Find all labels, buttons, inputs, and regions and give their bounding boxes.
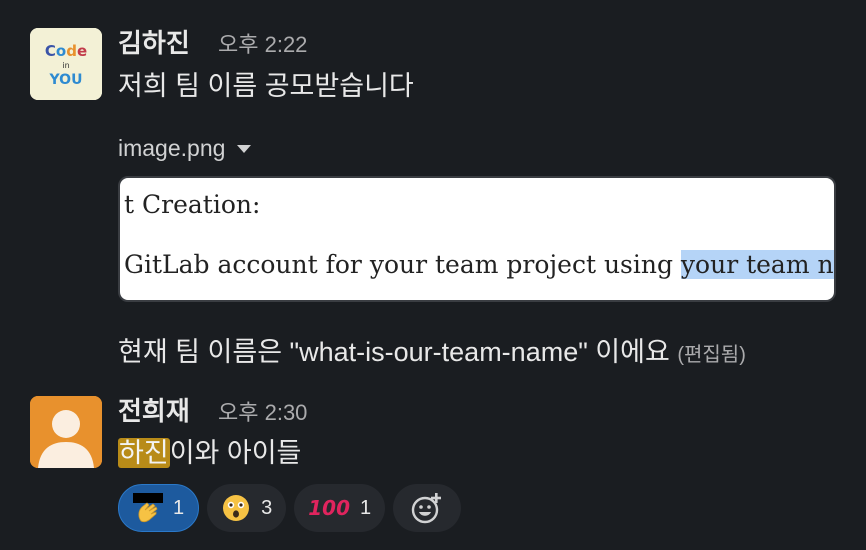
reactions-bar: 1 3 100 1 <box>118 484 462 532</box>
edited-label: (편집됨) <box>677 344 746 366</box>
preview-line-1: t Creation: <box>124 190 261 219</box>
preview-line-2: GitLab account for your team project usi… <box>124 250 834 279</box>
reaction-count: 1 <box>173 496 185 519</box>
message-text-rest: 이와 아이들 <box>169 438 302 468</box>
preview-line-2-text: GitLab account for your team project usi… <box>124 250 681 279</box>
svg-text:in: in <box>62 61 69 70</box>
astonished-face-icon <box>223 495 250 521</box>
avatar-kimhajin[interactable]: Code in YOU <box>30 28 102 100</box>
default-user-icon <box>30 396 102 468</box>
hundred-points-icon: 100 <box>308 496 350 520</box>
code-in-you-logo: Code in YOU <box>30 28 102 100</box>
reaction-clap[interactable]: 1 <box>118 484 200 532</box>
clapping-hand-icon <box>133 493 163 523</box>
attachment-header[interactable]: image.png <box>118 132 252 164</box>
reaction-count: 3 <box>261 496 273 519</box>
avatar-jeonheejae[interactable] <box>30 396 102 468</box>
chevron-down-icon[interactable] <box>237 145 252 153</box>
author-name[interactable]: 전희재 <box>118 395 190 427</box>
mention-highlight[interactable]: 하진 <box>118 438 170 468</box>
followup-text: 현재 팀 이름은 "what-is-our-team-name" 이에요 (편집… <box>118 335 746 372</box>
svg-text:YOU: YOU <box>49 72 83 88</box>
preview-highlighted-text: your team n <box>680 250 834 279</box>
add-emoji-icon <box>411 493 442 524</box>
followup-message: 현재 팀 이름은 "what-is-our-team-name" 이에요 <box>118 337 670 367</box>
message-text: 저희 팀 이름 공모받습니다 <box>118 71 414 101</box>
timestamp[interactable]: 오후 2:30 <box>218 397 307 429</box>
image-preview[interactable]: t Creation: GitLab account for your team… <box>118 176 836 302</box>
reaction-astonished[interactable]: 3 <box>207 484 287 532</box>
message-text: 하진이와 아이들 <box>118 436 301 470</box>
timestamp[interactable]: 오후 2:22 <box>218 29 307 61</box>
add-reaction-button[interactable] <box>393 484 462 532</box>
author-name[interactable]: 김하진 <box>118 27 190 59</box>
reaction-hundred[interactable]: 100 1 <box>294 484 386 532</box>
attachment-filename[interactable]: image.png <box>118 132 225 164</box>
svg-text:Code: Code <box>45 42 87 60</box>
reaction-count: 1 <box>360 496 372 519</box>
